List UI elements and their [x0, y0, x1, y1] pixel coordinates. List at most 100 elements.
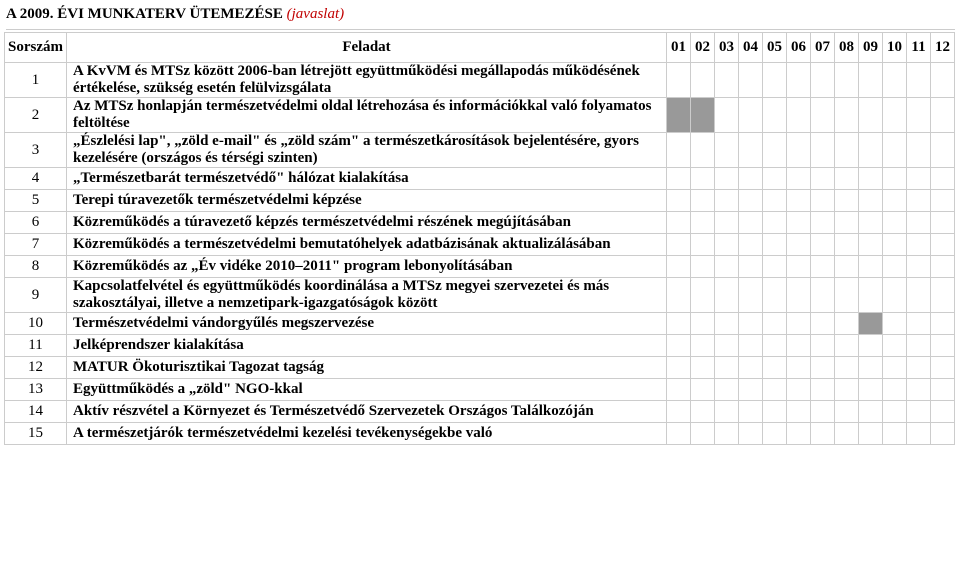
- row-task: A KvVM és MTSz között 2006-ban létrejött…: [67, 63, 667, 98]
- header-sorszam: Sorszám: [5, 33, 67, 63]
- row-task: Jelképrendszer kialakítása: [67, 335, 667, 357]
- month-cell: [883, 212, 907, 234]
- month-cell: [859, 313, 883, 335]
- table-row: 14Aktív részvétel a Környezet és Termész…: [5, 401, 955, 423]
- month-cell: [811, 133, 835, 168]
- month-cell: [811, 313, 835, 335]
- month-cell: [715, 234, 739, 256]
- month-cell: [859, 190, 883, 212]
- month-cell: [691, 379, 715, 401]
- month-cell: [715, 133, 739, 168]
- month-cell: [715, 212, 739, 234]
- month-cell: [835, 278, 859, 313]
- month-cell: [931, 357, 955, 379]
- title-prefix: A 2009. ÉVI MUNKATERV ÜTEMEZÉSE: [6, 6, 287, 22]
- month-cell: [715, 313, 739, 335]
- month-cell: [691, 335, 715, 357]
- month-cell: [715, 190, 739, 212]
- month-cell: [883, 98, 907, 133]
- table-row: 11Jelképrendszer kialakítása: [5, 335, 955, 357]
- month-cell: [931, 335, 955, 357]
- month-cell: [739, 133, 763, 168]
- month-cell: [667, 423, 691, 445]
- month-cell: [931, 278, 955, 313]
- month-cell: [835, 256, 859, 278]
- month-cell: [691, 168, 715, 190]
- month-cell: [859, 278, 883, 313]
- month-cell: [763, 133, 787, 168]
- month-cell: [883, 168, 907, 190]
- header-month: 03: [715, 33, 739, 63]
- row-task: Kapcsolatfelvétel és együttműködés koord…: [67, 278, 667, 313]
- month-cell: [883, 313, 907, 335]
- month-cell: [691, 256, 715, 278]
- month-cell: [859, 379, 883, 401]
- month-cell: [715, 63, 739, 98]
- row-task: Közreműködés az „Év vidéke 2010–2011" pr…: [67, 256, 667, 278]
- month-cell: [931, 168, 955, 190]
- row-task: A természetjárók természetvédelmi kezelé…: [67, 423, 667, 445]
- table-row: 7Közreműködés a természetvédelmi bemutat…: [5, 234, 955, 256]
- month-cell: [667, 133, 691, 168]
- row-index: 5: [5, 190, 67, 212]
- month-cell: [931, 401, 955, 423]
- month-cell: [739, 423, 763, 445]
- row-index: 11: [5, 335, 67, 357]
- month-cell: [907, 133, 931, 168]
- month-cell: [715, 168, 739, 190]
- month-cell: [835, 313, 859, 335]
- month-cell: [691, 212, 715, 234]
- month-cell: [835, 335, 859, 357]
- month-cell: [667, 357, 691, 379]
- table-row: 12MATUR Ökoturisztikai Tagozat tagság: [5, 357, 955, 379]
- month-cell: [787, 212, 811, 234]
- month-cell: [907, 313, 931, 335]
- month-cell: [883, 335, 907, 357]
- month-cell: [715, 423, 739, 445]
- month-cell: [907, 63, 931, 98]
- month-cell: [691, 190, 715, 212]
- month-cell: [883, 133, 907, 168]
- row-index: 2: [5, 98, 67, 133]
- month-cell: [787, 335, 811, 357]
- month-cell: [811, 401, 835, 423]
- month-cell: [859, 256, 883, 278]
- month-cell: [931, 98, 955, 133]
- month-cell: [811, 212, 835, 234]
- month-cell: [787, 313, 811, 335]
- month-cell: [883, 190, 907, 212]
- month-cell: [907, 256, 931, 278]
- header-month: 04: [739, 33, 763, 63]
- month-cell: [907, 278, 931, 313]
- month-cell: [667, 190, 691, 212]
- row-task: Közreműködés a természetvédelmi bemutató…: [67, 234, 667, 256]
- month-cell: [667, 335, 691, 357]
- row-task: MATUR Ökoturisztikai Tagozat tagság: [67, 357, 667, 379]
- month-cell: [811, 278, 835, 313]
- month-cell: [835, 98, 859, 133]
- month-cell: [787, 278, 811, 313]
- month-cell: [907, 335, 931, 357]
- month-cell: [787, 423, 811, 445]
- month-cell: [931, 379, 955, 401]
- month-cell: [811, 234, 835, 256]
- month-cell: [883, 234, 907, 256]
- month-cell: [739, 335, 763, 357]
- month-cell: [859, 98, 883, 133]
- row-index: 8: [5, 256, 67, 278]
- month-cell: [715, 256, 739, 278]
- month-cell: [907, 190, 931, 212]
- title-suffix: (javaslat): [287, 6, 345, 22]
- month-cell: [763, 234, 787, 256]
- month-cell: [667, 212, 691, 234]
- row-index: 13: [5, 379, 67, 401]
- row-index: 14: [5, 401, 67, 423]
- month-cell: [763, 190, 787, 212]
- month-cell: [691, 313, 715, 335]
- header-month: 10: [883, 33, 907, 63]
- month-cell: [763, 335, 787, 357]
- month-cell: [883, 278, 907, 313]
- month-cell: [835, 168, 859, 190]
- month-cell: [787, 98, 811, 133]
- month-cell: [931, 423, 955, 445]
